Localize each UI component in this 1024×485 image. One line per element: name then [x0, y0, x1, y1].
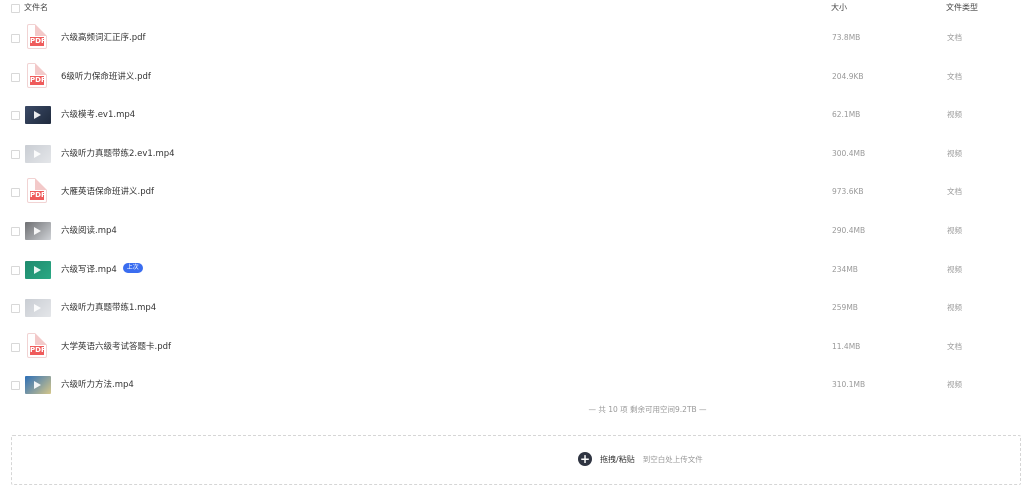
file-row[interactable]: 六级阅读.mp4 290.4MB 视频: [0, 212, 1024, 250]
file-type: 视频: [947, 110, 962, 120]
file-size: 204.9KB: [832, 71, 864, 81]
file-row[interactable]: 六级听力真题带练1.mp4 259MB 视频: [0, 289, 1024, 327]
file-name-text[interactable]: 六级听力真题带练1.mp4: [61, 303, 156, 313]
row-checkbox[interactable]: [11, 188, 20, 198]
file-size: 234MB: [832, 264, 858, 274]
file-row[interactable]: PDF 6级听力保命班讲义.pdf 204.9KB 文档: [0, 58, 1024, 96]
file-size: 973.6KB: [832, 187, 864, 197]
page-fold: [35, 62, 47, 75]
file-row[interactable]: PDF 大雁英语保命班讲义.pdf 973.6KB 文档: [0, 173, 1024, 211]
column-header-type[interactable]: 文件类型: [946, 0, 978, 16]
play-icon: [34, 381, 41, 390]
file-size: 259MB: [832, 303, 858, 313]
file-name[interactable]: 六级模考.ev1.mp4: [61, 96, 135, 134]
row-checkbox[interactable]: [11, 149, 20, 159]
row-checkbox[interactable]: [11, 227, 20, 236]
file-name-text[interactable]: 六级高频词汇正序.pdf: [61, 33, 146, 43]
row-checkbox[interactable]: [11, 304, 20, 314]
select-all-checkbox[interactable]: [11, 4, 20, 13]
file-type: 视频: [947, 264, 962, 274]
upload-prompt[interactable]: + 拖拽/粘贴 到空白处上传文件: [578, 451, 703, 467]
file-type: 视频: [947, 380, 962, 390]
upload-action-label: 拖拽/粘贴: [600, 454, 635, 464]
video-thumbnail-icon: [25, 260, 51, 279]
file-size: 73.8MB: [832, 33, 861, 42]
add-icon[interactable]: +: [578, 452, 592, 466]
play-icon: [34, 149, 41, 158]
file-name[interactable]: 六级高频词汇正序.pdf: [61, 19, 146, 57]
file-type: 视频: [947, 303, 962, 313]
column-header-name[interactable]: 文件名: [24, 0, 48, 16]
upload-hint: 到空白处上传文件: [642, 454, 703, 464]
file-name-text[interactable]: 六级听力真题带练2.ev1.mp4: [61, 149, 175, 159]
file-list-header: 文件名 大小 文件类型: [0, 0, 1024, 16]
file-name[interactable]: 六级听力真题带练2.ev1.mp4: [61, 135, 175, 173]
file-type: 视频: [947, 226, 962, 235]
file-name-text[interactable]: 六级模考.ev1.mp4: [61, 110, 135, 120]
pdf-icon-label: PDF: [30, 345, 46, 355]
pdf-icon-label: PDF: [30, 191, 46, 201]
pdf-file-icon: PDF: [27, 178, 47, 204]
file-name[interactable]: 六级阅读.mp4: [61, 212, 117, 250]
file-name[interactable]: 大学英语六级考试答题卡.pdf: [61, 328, 171, 366]
file-type: 文档: [947, 341, 962, 351]
row-checkbox[interactable]: [11, 265, 20, 275]
play-icon: [34, 111, 41, 120]
file-row[interactable]: 六级听力方法.mp4 310.1MB 视频: [0, 366, 1024, 404]
file-type: 视频: [947, 148, 962, 158]
pdf-icon-label: PDF: [30, 37, 46, 46]
row-checkbox[interactable]: [11, 342, 20, 352]
file-summary: — 共 10 项 剩余可用空间9.2TB —: [588, 405, 707, 414]
file-name-text[interactable]: 大雁英语保命班讲义.pdf: [61, 187, 154, 197]
upload-drop-zone[interactable]: [11, 435, 1021, 485]
file-row[interactable]: PDF 六级高频词汇正序.pdf 73.8MB 文档: [0, 19, 1024, 57]
page-fold: [35, 332, 47, 345]
file-name[interactable]: 大雁英语保命班讲义.pdf: [61, 173, 154, 211]
video-thumbnail-icon: [25, 376, 51, 395]
file-name[interactable]: 6级听力保命班讲义.pdf: [61, 58, 151, 96]
file-name-text[interactable]: 六级听力方法.mp4: [61, 380, 134, 390]
file-type: 文档: [947, 33, 962, 42]
play-icon: [34, 265, 41, 274]
file-name[interactable]: 六级听力方法.mp4: [61, 366, 134, 404]
row-checkbox[interactable]: [11, 111, 20, 121]
file-size: 310.1MB: [832, 380, 866, 390]
row-checkbox[interactable]: [11, 381, 20, 391]
video-thumbnail-icon: [25, 222, 51, 240]
file-size: 62.1MB: [832, 110, 861, 120]
page-fold: [35, 24, 47, 36]
play-icon: [34, 304, 41, 313]
last-viewed-badge: 上次: [122, 263, 143, 274]
file-name[interactable]: 六级听力真题带练1.mp4: [61, 289, 156, 327]
page-fold: [35, 178, 47, 191]
file-type: 文档: [947, 187, 962, 197]
video-thumbnail-icon: [25, 144, 51, 163]
file-size: 290.4MB: [832, 226, 866, 235]
video-thumbnail-icon: [25, 299, 51, 318]
video-thumbnail-icon: [25, 106, 51, 125]
pdf-file-icon: PDF: [27, 332, 47, 358]
pdf-file-icon: PDF: [27, 24, 47, 49]
file-type: 文档: [947, 71, 962, 81]
row-checkbox[interactable]: [11, 34, 20, 43]
file-row[interactable]: 六级模考.ev1.mp4 62.1MB 视频: [0, 96, 1024, 134]
file-size: 300.4MB: [832, 148, 866, 158]
column-header-size[interactable]: 大小: [831, 0, 847, 16]
file-name-text[interactable]: 六级写译.mp4: [61, 265, 117, 275]
file-name-text[interactable]: 六级阅读.mp4: [61, 226, 117, 236]
pdf-icon-label: PDF: [30, 75, 46, 85]
file-name-text[interactable]: 6级听力保命班讲义.pdf: [61, 72, 151, 82]
file-row[interactable]: PDF 大学英语六级考试答题卡.pdf 11.4MB 文档: [0, 328, 1024, 366]
file-row[interactable]: 六级写译.mp4 上次 234MB 视频: [0, 251, 1024, 289]
file-name[interactable]: 六级写译.mp4 上次: [61, 251, 143, 289]
play-icon: [34, 227, 41, 235]
file-row[interactable]: 六级听力真题带练2.ev1.mp4 300.4MB 视频: [0, 135, 1024, 173]
row-checkbox[interactable]: [11, 72, 20, 82]
pdf-file-icon: PDF: [27, 62, 47, 88]
file-size: 11.4MB: [832, 341, 861, 351]
file-name-text[interactable]: 大学英语六级考试答题卡.pdf: [61, 342, 171, 352]
